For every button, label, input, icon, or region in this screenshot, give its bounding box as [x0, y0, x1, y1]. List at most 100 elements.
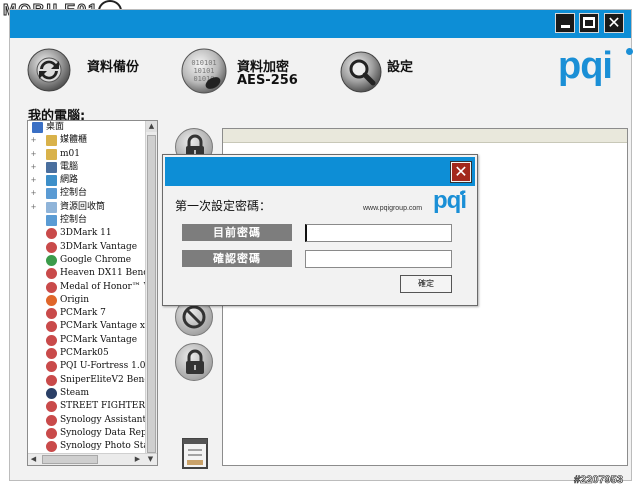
scroll-up-icon[interactable]: ▲: [146, 121, 157, 132]
dialog-close-button[interactable]: ✕: [450, 161, 472, 183]
tree-item-label: Steam: [60, 387, 90, 398]
shortcut-icon: [46, 228, 57, 240]
shortcut-icon: [46, 414, 57, 426]
tree-item[interactable]: + 控制台: [28, 187, 146, 200]
minimize-button[interactable]: [555, 13, 575, 33]
magnifier-disc-icon: [340, 51, 382, 93]
tree-item[interactable]: PCMark05: [28, 347, 146, 360]
computer-icon: [46, 161, 57, 173]
expand-toggle-icon[interactable]: +: [30, 177, 37, 184]
tree-item[interactable]: + 電腦: [28, 161, 146, 174]
origin-icon: [46, 294, 57, 306]
shortcut-icon: [46, 321, 57, 333]
expand-toggle-icon[interactable]: +: [30, 190, 37, 197]
tree-item-label: SniperEliteV2 Benchm: [60, 374, 158, 385]
file-list-header: [223, 129, 627, 143]
tree-item[interactable]: PQI U-Fortress 1.0: [28, 360, 146, 373]
image-id: #2207953: [574, 474, 624, 487]
tree-item-label: Origin: [60, 294, 89, 305]
svg-text:10101: 10101: [193, 67, 214, 75]
tree-item[interactable]: + m01: [28, 148, 146, 161]
tree-item[interactable]: PCMark Vantage: [28, 334, 146, 347]
title-bar: ✕: [10, 10, 631, 38]
tree-item-label: 3DMark Vantage: [60, 241, 138, 252]
desktop-icon: [32, 122, 43, 133]
shortcut-icon: [46, 361, 57, 373]
backup-label: 資料備份: [87, 60, 140, 75]
tree-item-label: Synology Assistant: [60, 414, 147, 425]
tree-item[interactable]: + 資源回收筒: [28, 201, 146, 214]
tree-item[interactable]: Synology Assistant: [28, 414, 146, 427]
tree-item-label: PCMark 7: [60, 308, 106, 319]
tree-item[interactable]: PCMark 7: [28, 307, 146, 320]
folder-tree-list: 桌面 + 媒體櫃 + m01 + 電腦 + 網路 + 控制台 + 資源回收筒 控制台 3DMark 11 3D…: [28, 121, 157, 465]
tree-item[interactable]: 3DMark 11: [28, 227, 146, 240]
expand-toggle-icon[interactable]: +: [30, 163, 37, 171]
tree-item[interactable]: Synology Data Replica: [28, 427, 157, 440]
lock-icon[interactable]: [175, 343, 213, 381]
confirm-password-input[interactable]: [305, 250, 452, 268]
minimize-icon: [561, 25, 570, 28]
tree-item[interactable]: Google Chrome: [28, 254, 146, 267]
expand-toggle-icon[interactable]: +: [30, 137, 37, 144]
folder-tree[interactable]: 桌面 + 媒體櫃 + m01 + 電腦 + 網路 + 控制台 + 資源回收筒 控制台 3DMark 11 3D…: [27, 120, 158, 466]
dialog-pqi-logo: pqi: [433, 187, 467, 214]
current-password-input[interactable]: [305, 224, 452, 242]
expand-toggle-icon[interactable]: +: [30, 203, 37, 211]
tree-item-label: PCMark05: [60, 348, 109, 359]
scroll-left-icon[interactable]: ◀: [28, 454, 39, 465]
close-icon: ✕: [452, 163, 470, 181]
library-icon: [46, 135, 57, 147]
confirm-password-label: 確認密碼: [182, 250, 292, 267]
close-icon: ✕: [607, 13, 621, 32]
tree-item-label: STREET FIGHTER IV: [60, 401, 158, 412]
confirm-button[interactable]: 確定: [400, 275, 452, 293]
tree-item-label: Medal of Honor™ War: [60, 281, 158, 292]
dialog-title-bar: ✕: [165, 157, 475, 186]
tree-item[interactable]: Origin: [28, 294, 146, 307]
shortcut-icon: [46, 308, 57, 320]
tree-item[interactable]: + 媒體櫃: [28, 134, 146, 147]
tree-item-label: PCMark Vantage: [60, 334, 138, 345]
tree-item[interactable]: 控制台: [28, 214, 146, 227]
tree-horizontal-scroll-thumb[interactable]: [42, 455, 98, 464]
shortcut-icon: [46, 281, 57, 293]
scroll-down-icon[interactable]: ▼: [145, 454, 156, 465]
tree-item[interactable]: STREET FIGHTER IV: [28, 400, 157, 413]
tree-item[interactable]: 桌面: [28, 121, 146, 134]
tree-item[interactable]: Synology Photo Statio: [28, 440, 157, 453]
encrypt-sub-label: AES-256: [237, 73, 298, 88]
tree-item-label: Google Chrome: [60, 254, 132, 265]
pqi-logo: pqi: [558, 46, 633, 86]
tree-item-label: Heaven DX11 Benchm: [60, 268, 158, 279]
user-folder-icon: [46, 148, 57, 160]
tree-item-label: 桌面: [46, 122, 65, 132]
tree-item[interactable]: Steam: [28, 387, 146, 400]
tree-item[interactable]: SniperEliteV2 Benchm: [28, 374, 157, 387]
scroll-right-icon[interactable]: ▶: [132, 454, 143, 465]
binary-disc-icon: 010101 10101 01010: [181, 48, 227, 94]
maximize-icon: [583, 17, 595, 28]
password-dialog: ✕ 第一次設定密碼： www.pqigroup.com pqi 目前密碼 確認密…: [162, 154, 478, 306]
maximize-button[interactable]: [579, 13, 599, 33]
tree-vertical-scroll-thumb[interactable]: [147, 135, 156, 453]
disc-sync-icon: [27, 48, 71, 92]
tree-item-label: 控制台: [60, 188, 88, 199]
clipboard-icon[interactable]: [178, 436, 212, 470]
tree-item[interactable]: 3DMark Vantage: [28, 241, 146, 254]
shortcut-icon: [46, 401, 57, 413]
expand-toggle-icon[interactable]: +: [30, 150, 37, 158]
dialog-url: www.pqigroup.com: [363, 205, 423, 212]
tree-vertical-scrollbar[interactable]: ▲: [145, 121, 157, 453]
tree-item-label: Synology Data Replica: [60, 427, 158, 438]
tree-item-label: 網路: [60, 175, 79, 186]
close-button[interactable]: ✕: [604, 13, 624, 33]
tree-horizontal-scrollbar[interactable]: ◀ ▶ ▼: [28, 453, 157, 465]
shortcut-icon: [46, 268, 57, 280]
tree-item[interactable]: Heaven DX11 Benchm: [28, 267, 157, 280]
tree-item[interactable]: + 網路: [28, 174, 146, 187]
tree-item-label: PQI U-Fortress 1.0: [60, 361, 146, 372]
shortcut-icon: [46, 427, 57, 439]
tree-item[interactable]: PCMark Vantage x64: [28, 320, 156, 333]
tree-item[interactable]: Medal of Honor™ War: [28, 281, 157, 294]
